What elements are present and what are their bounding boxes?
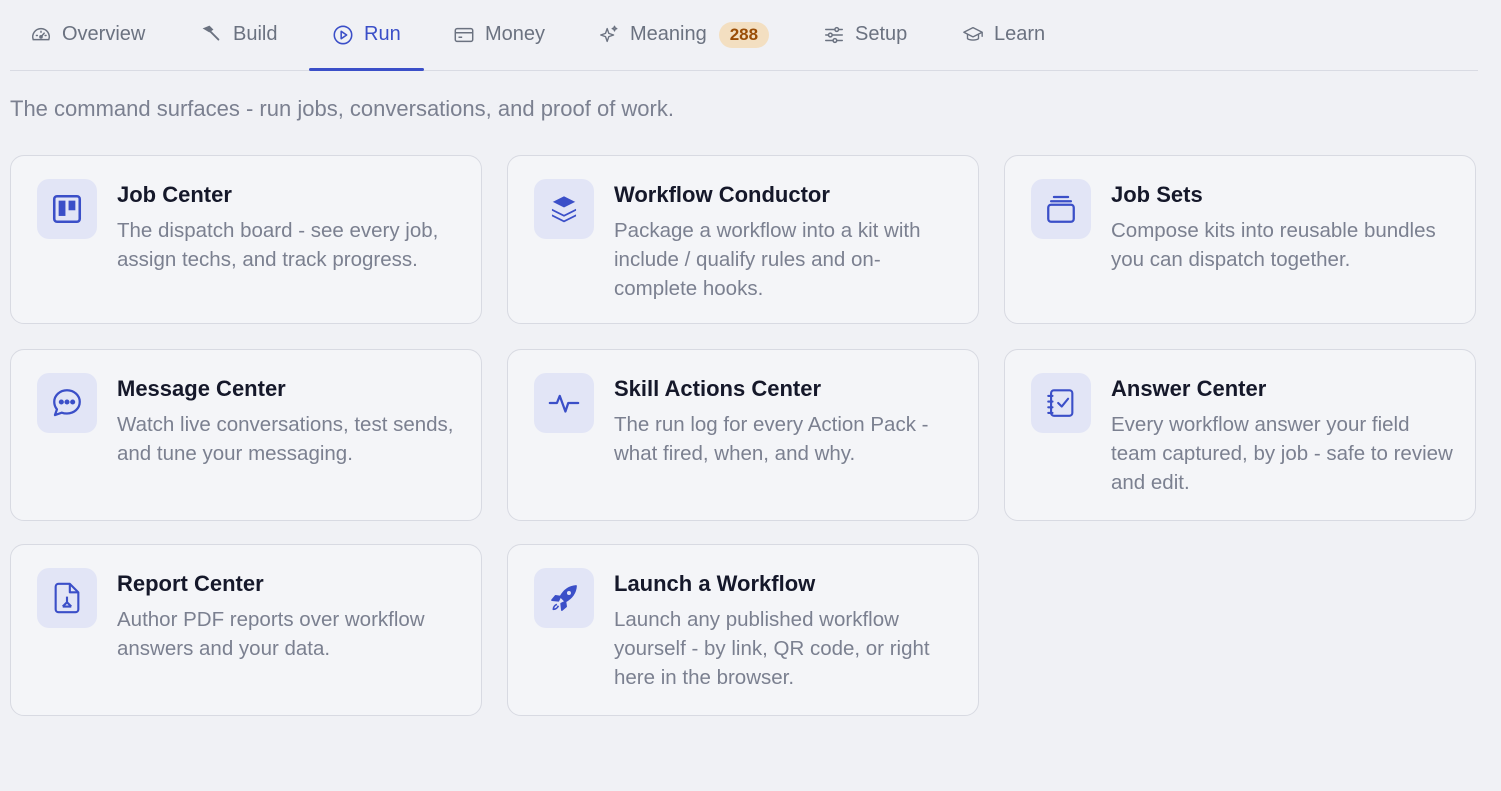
page-subtitle: The command surfaces - run jobs, convers… — [10, 96, 674, 121]
tab-label: Money — [485, 23, 546, 45]
tab-run[interactable]: Run — [309, 0, 424, 71]
credit-card-icon — [453, 24, 475, 46]
tab-label: Learn — [994, 23, 1046, 45]
kanban-icon — [37, 179, 97, 239]
card-description: Package a workflow into a kit with inclu… — [614, 219, 921, 300]
tab-label: Overview — [62, 23, 146, 45]
tab-money[interactable]: Money — [453, 0, 545, 69]
sparkles-icon — [598, 24, 620, 46]
card-description: The dispatch board - see every job, assi… — [117, 219, 439, 271]
tab-label: Build — [233, 23, 278, 45]
card-description: Watch live conversations, test sends, an… — [117, 413, 454, 465]
count-badge: 288 — [718, 21, 770, 48]
tab-build[interactable]: Build — [201, 0, 277, 69]
card-title: Job Center — [117, 182, 232, 207]
tab-label: Run — [364, 23, 401, 45]
card-title: Answer Center — [1111, 376, 1267, 401]
activity-icon — [534, 373, 594, 433]
play-circle-icon — [332, 24, 354, 46]
tab-learn[interactable]: Learn — [962, 0, 1045, 69]
stack-icon — [1031, 179, 1091, 239]
card-title: Message Center — [117, 376, 286, 401]
tab-label: Meaning — [630, 23, 707, 45]
card-message-center[interactable]: Message Center Watch live conversations,… — [10, 349, 482, 521]
card-answer-center[interactable]: Answer Center Every workflow answer your… — [1004, 349, 1476, 521]
section-tabs: Overview Build Run Money Meaning 288 Set… — [10, 0, 1478, 71]
pdf-file-icon — [37, 568, 97, 628]
card-skill-actions-center[interactable]: Skill Actions Center The run log for eve… — [507, 349, 979, 521]
card-title: Workflow Conductor — [614, 182, 830, 207]
tab-overview[interactable]: Overview — [30, 0, 145, 69]
hammer-icon — [201, 24, 223, 46]
card-workflow-conductor[interactable]: Workflow Conductor Package a workflow in… — [507, 155, 979, 324]
notebook-check-icon — [1031, 373, 1091, 433]
card-launch-workflow[interactable]: Launch a Workflow Launch any published w… — [507, 544, 979, 716]
tab-meaning[interactable]: Meaning 288 — [598, 0, 770, 69]
layers-icon — [534, 179, 594, 239]
card-report-center[interactable]: Report Center Author PDF reports over wo… — [10, 544, 482, 716]
gauge-icon — [30, 24, 52, 46]
card-title: Skill Actions Center — [614, 376, 822, 401]
sliders-icon — [823, 24, 845, 46]
rocket-icon — [534, 568, 594, 628]
card-description: Author PDF reports over workflow answers… — [117, 608, 425, 660]
card-title: Launch a Workflow — [614, 571, 816, 596]
card-description: The run log for every Action Pack - what… — [614, 413, 929, 465]
card-title: Report Center — [117, 571, 264, 596]
card-job-sets[interactable]: Job Sets Compose kits into reusable bund… — [1004, 155, 1476, 324]
chat-bubble-icon — [37, 373, 97, 433]
card-description: Every workflow answer your field team ca… — [1111, 413, 1453, 494]
card-description: Launch any published workflow yourself -… — [614, 608, 930, 689]
card-job-center[interactable]: Job Center The dispatch board - see ever… — [10, 155, 482, 324]
card-description: Compose kits into reusable bundles you c… — [1111, 219, 1436, 271]
graduation-cap-icon — [962, 24, 984, 46]
tab-label: Setup — [855, 23, 908, 45]
tab-setup[interactable]: Setup — [823, 0, 907, 69]
card-title: Job Sets — [1111, 182, 1203, 207]
